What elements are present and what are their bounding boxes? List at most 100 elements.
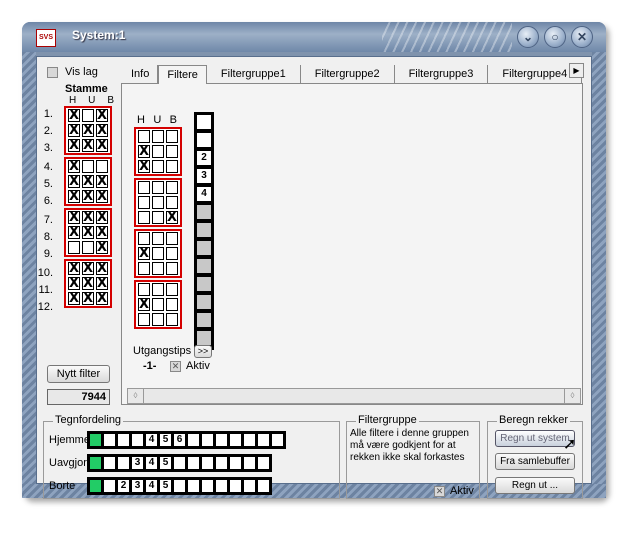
filter-cell[interactable] — [166, 181, 178, 194]
number-cell[interactable]: 2 — [196, 150, 212, 166]
tegnfordeling-box[interactable] — [187, 479, 200, 493]
number-cell[interactable] — [196, 204, 212, 220]
filter-cell[interactable] — [138, 181, 150, 194]
tegnfordeling-box[interactable] — [243, 456, 256, 470]
filter-cell[interactable]: X — [138, 298, 150, 311]
tegnfordeling-box[interactable]: 5 — [159, 479, 172, 493]
stamme-cell[interactable] — [82, 109, 94, 122]
filter-cell[interactable] — [138, 211, 150, 224]
stamme-cell[interactable]: X — [82, 124, 94, 137]
tegnfordeling-box[interactable]: 5 — [159, 433, 172, 447]
stamme-cell[interactable]: X — [68, 160, 80, 173]
maximize-button[interactable]: ○ — [544, 26, 566, 48]
tegnfordeling-box[interactable] — [201, 479, 214, 493]
stamme-cell[interactable]: X — [96, 139, 108, 152]
number-cell[interactable] — [196, 258, 212, 274]
stamme-cell[interactable]: X — [68, 292, 80, 305]
filter-cell[interactable] — [166, 145, 178, 158]
number-cell[interactable] — [196, 276, 212, 292]
scroll-right-icon[interactable]: ◊ — [564, 389, 580, 403]
filter-cell[interactable]: X — [138, 145, 150, 158]
tegnfordeling-box[interactable] — [173, 456, 186, 470]
filter-cell[interactable]: X — [166, 211, 178, 224]
stamme-cell[interactable]: X — [96, 226, 108, 239]
filter-cell[interactable] — [138, 130, 150, 143]
filter-cell[interactable] — [138, 232, 150, 245]
stamme-cell[interactable]: X — [68, 226, 80, 239]
tegnfordeling-box[interactable] — [201, 433, 214, 447]
tegnfordeling-box[interactable] — [215, 433, 228, 447]
tegnfordeling-box[interactable]: 3 — [131, 456, 144, 470]
stamme-cell[interactable]: X — [96, 241, 108, 254]
stamme-cell[interactable]: X — [96, 124, 108, 137]
stamme-cell[interactable]: X — [82, 226, 94, 239]
title-bar[interactable]: SVS System:1 ⌄ ○ ✕ — [22, 22, 606, 52]
number-cell[interactable]: 3 — [196, 168, 212, 184]
stamme-cell[interactable]: X — [82, 262, 94, 275]
stamme-cell[interactable]: X — [68, 277, 80, 290]
tegnfordeling-box[interactable] — [89, 456, 102, 470]
filter-cell[interactable] — [166, 262, 178, 275]
number-cell[interactable] — [196, 294, 212, 310]
tegnfordeling-box[interactable]: 2 — [117, 479, 130, 493]
tegnfordeling-box[interactable] — [215, 479, 228, 493]
stamme-cell[interactable]: X — [68, 124, 80, 137]
number-cell[interactable] — [196, 114, 212, 130]
stamme-cell[interactable]: X — [68, 139, 80, 152]
filter-cell[interactable] — [152, 160, 164, 173]
stamme-cell[interactable]: X — [82, 292, 94, 305]
filter-cell[interactable] — [152, 181, 164, 194]
filter-cell[interactable] — [152, 283, 164, 296]
filter-cell[interactable] — [138, 313, 150, 326]
tegnfordeling-box[interactable] — [117, 433, 130, 447]
tegnfordeling-box[interactable] — [117, 456, 130, 470]
tegnfordeling-box[interactable] — [229, 433, 242, 447]
aktiv-checkbox[interactable]: ✕ — [170, 361, 181, 372]
filtergruppe-aktiv-checkbox[interactable]: ✕ — [434, 486, 445, 497]
filter-cell[interactable] — [166, 130, 178, 143]
filter-cell[interactable] — [166, 298, 178, 311]
filter-cell[interactable] — [166, 247, 178, 260]
stamme-cell[interactable] — [82, 160, 94, 173]
stamme-cell[interactable]: X — [68, 190, 80, 203]
filter-cell[interactable] — [166, 283, 178, 296]
stamme-cell[interactable] — [68, 241, 80, 254]
stamme-cell[interactable]: X — [82, 190, 94, 203]
close-button[interactable]: ✕ — [571, 26, 593, 48]
filter-cell[interactable] — [166, 160, 178, 173]
filter-cell[interactable]: X — [138, 160, 150, 173]
stamme-cell[interactable]: X — [82, 139, 94, 152]
stamme-cell[interactable]: X — [96, 277, 108, 290]
filter-cell[interactable] — [152, 211, 164, 224]
filter-cell[interactable] — [138, 262, 150, 275]
tegnfordeling-box[interactable] — [215, 456, 228, 470]
minimize-button[interactable]: ⌄ — [517, 26, 539, 48]
nytt-filter-button[interactable]: Nytt filter — [47, 365, 110, 383]
number-cell[interactable] — [196, 222, 212, 238]
stamme-cell[interactable]: X — [68, 175, 80, 188]
filter-cell[interactable] — [152, 313, 164, 326]
number-cell[interactable]: 4 — [196, 186, 212, 202]
horizontal-scrollbar[interactable]: ◊ ◊ — [127, 388, 581, 404]
fra-samlebuffer-button[interactable]: Fra samlebuffer — [495, 453, 575, 470]
tegnfordeling-box[interactable] — [243, 433, 256, 447]
tegnfordeling-box[interactable]: 4 — [145, 479, 158, 493]
tegnfordeling-box[interactable] — [173, 479, 186, 493]
stamme-cell[interactable] — [96, 160, 108, 173]
tegnfordeling-box[interactable]: 4 — [145, 433, 158, 447]
filter-cell[interactable] — [152, 196, 164, 209]
tegnfordeling-box[interactable] — [257, 433, 270, 447]
tegnfordeling-box[interactable] — [201, 456, 214, 470]
filter-cell[interactable] — [138, 283, 150, 296]
stamme-cell[interactable]: X — [68, 262, 80, 275]
stamme-cell[interactable]: X — [68, 109, 80, 122]
stamme-cell[interactable]: X — [96, 175, 108, 188]
tegnfordeling-box[interactable] — [89, 479, 102, 493]
stamme-cell[interactable]: X — [82, 175, 94, 188]
stamme-cell[interactable]: X — [96, 262, 108, 275]
tegnfordeling-box[interactable] — [103, 456, 116, 470]
stamme-cell[interactable]: X — [96, 292, 108, 305]
scroll-left-icon[interactable]: ◊ — [128, 389, 144, 403]
tegnfordeling-box[interactable] — [229, 456, 242, 470]
regn-ut-button[interactable]: Regn ut ... — [495, 477, 575, 494]
